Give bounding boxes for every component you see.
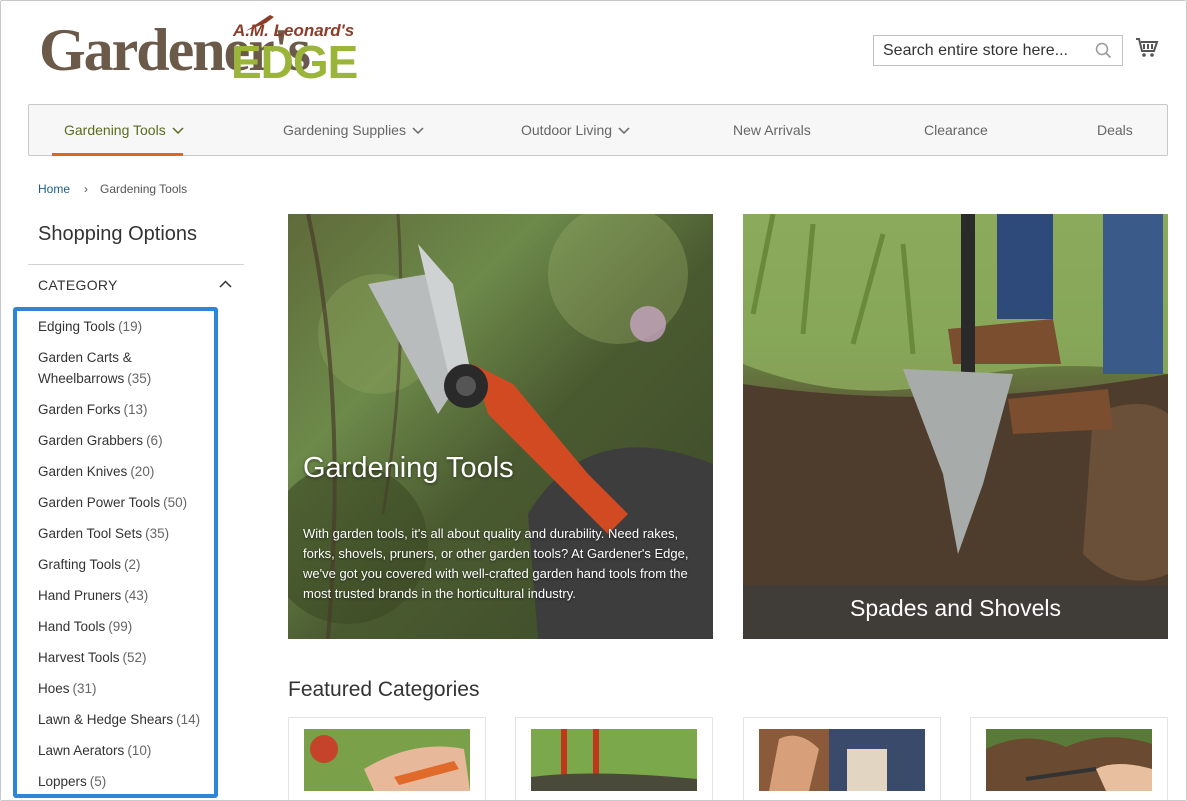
nav-label: Deals [1097,122,1133,138]
nav-gardening-tools[interactable]: Gardening Tools [64,105,184,155]
nav-label: Gardening Supplies [283,122,406,138]
category-count: (52) [122,650,147,665]
chevron-down-icon [172,127,184,135]
category-name: Lawn Aerators [38,743,125,758]
category-name: Harvest Tools [38,650,120,665]
category-item[interactable]: Hand Tools (99) [38,616,213,637]
category-list: Edging Tools (19) Garden Carts & Wheelbar… [38,316,213,800]
active-nav-underline [52,153,183,156]
spades-shovels-banner[interactable]: Spades and Shovels [743,214,1168,639]
featured-category-card[interactable] [970,717,1168,800]
store-logo[interactable]: Gardener's A.M. Leonard's EDGE [39,13,369,87]
category-count: (5) [89,774,107,789]
chevron-up-icon [219,280,232,288]
chevron-down-icon [412,127,424,135]
category-count: (14) [176,712,201,727]
breadcrumb-home[interactable]: Home [38,182,70,196]
banner-title: Spades and Shovels [850,595,1061,621]
category-item[interactable]: Edging Tools (19) [38,316,213,337]
category-name: Loppers [38,774,87,789]
banner-description: With garden tools, it's all about qualit… [303,526,689,601]
page-frame: Gardener's A.M. Leonard's EDGE Gardening… [0,0,1187,801]
category-count: (43) [124,588,149,603]
category-item[interactable]: Grafting Tools (2) [38,554,213,575]
category-count: (2) [124,557,141,572]
category-item[interactable]: Lawn Aerators (10) [38,740,213,761]
nav-label: Outdoor Living [521,122,613,138]
breadcrumb-current: Gardening Tools [100,182,188,196]
category-name: Garden Knives [38,464,128,479]
featured-category-card[interactable] [515,717,713,800]
category-item[interactable]: Garden Forks (13) [38,399,213,420]
chevron-down-icon [618,127,630,135]
breadcrumb: Home › Gardening Tools [38,182,187,196]
category-item[interactable]: Garden Knives (20) [38,461,213,482]
category-name: Grafting Tools [38,557,122,572]
search-box [873,35,1123,66]
chevron-right-icon: › [84,182,89,196]
nav-deals[interactable]: Deals [1097,105,1133,155]
category-name: Garden Grabbers [38,433,144,448]
category-name: Garden Forks [38,402,121,417]
featured-image [304,729,470,791]
main-nav: Gardening Tools Gardening Supplies Outdo… [28,104,1168,156]
category-name: Garden Tool Sets [38,526,143,541]
search-icon[interactable] [1095,42,1112,59]
banner-caption-band: Spades and Shovels [743,585,1168,639]
shovel-photo [743,214,1168,639]
featured-image [986,729,1152,791]
category-name: Hoes [38,681,70,696]
gardening-tools-banner[interactable]: Gardening Tools With garden tools, it's … [288,214,713,639]
category-count: (31) [72,681,97,696]
category-count: (99) [108,619,133,634]
featured-image [759,729,925,791]
category-name: Hand Pruners [38,588,122,603]
category-item[interactable]: Garden Carts & Wheelbarrows (35) [38,347,213,389]
category-item[interactable]: Hand Pruners (43) [38,585,213,606]
nav-new-arrivals[interactable]: New Arrivals [733,105,811,155]
nav-label: Clearance [924,122,988,138]
category-count: (13) [123,402,148,417]
featured-category-card[interactable] [288,717,486,800]
category-count: (20) [130,464,155,479]
category-item[interactable]: Lawn & Hedge Shears (14) [38,709,213,730]
shopping-options-title: Shopping Options [38,223,198,245]
category-count: (10) [127,743,152,758]
category-name: Hand Tools [38,619,106,634]
category-item[interactable]: Hoes (31) [38,678,213,699]
category-heading: CATEGORY [38,277,118,293]
banner-title: Gardening Tools [303,452,514,484]
category-count: (50) [163,495,188,510]
category-item[interactable]: Garden Grabbers (6) [38,430,213,451]
category-name: Garden Power Tools [38,495,161,510]
category-count: (19) [118,319,143,334]
nav-label: Gardening Tools [64,122,166,138]
nav-outdoor-living[interactable]: Outdoor Living [521,105,630,155]
category-item[interactable]: Garden Tool Sets (35) [38,523,213,544]
category-item[interactable]: Garden Power Tools (50) [38,492,213,513]
category-name: Edging Tools [38,319,116,334]
featured-category-card[interactable] [743,717,941,800]
category-item[interactable]: Loppers (5) [38,771,213,792]
nav-clearance[interactable]: Clearance [924,105,988,155]
logo-edge: EDGE [231,36,358,88]
nav-label: New Arrivals [733,122,811,138]
featured-image [531,729,697,791]
category-name: Garden Carts & Wheelbarrows [38,350,132,386]
featured-categories-title: Featured Categories [288,678,480,701]
category-filter-header[interactable]: CATEGORY [28,264,244,305]
cart-icon[interactable] [1135,37,1159,59]
nav-gardening-supplies[interactable]: Gardening Supplies [283,105,424,155]
category-count: (35) [127,371,152,386]
search-input[interactable] [874,36,1079,65]
category-name: Lawn & Hedge Shears [38,712,174,727]
category-item[interactable]: Harvest Tools (52) [38,647,213,668]
category-count: (35) [145,526,170,541]
category-count: (6) [146,433,163,448]
